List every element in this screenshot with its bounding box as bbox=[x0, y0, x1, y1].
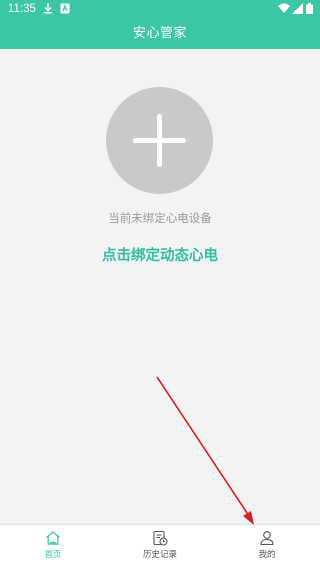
nav-item-home[interactable]: 首页 bbox=[13, 525, 93, 568]
signal-icon bbox=[292, 3, 303, 14]
nav-item-history[interactable]: 历史记录 bbox=[120, 525, 200, 568]
status-bar: 11:35 bbox=[0, 0, 320, 18]
nav-label-profile: 我的 bbox=[258, 550, 276, 560]
status-time: 11:35 bbox=[8, 3, 36, 15]
wifi-icon bbox=[278, 3, 290, 13]
download-icon bbox=[44, 3, 52, 14]
plus-icon bbox=[133, 114, 186, 167]
no-device-message: 当前未绑定心电设备 bbox=[108, 211, 212, 225]
history-record-icon bbox=[153, 530, 168, 546]
nav-label-home: 首页 bbox=[44, 550, 62, 560]
home-icon bbox=[46, 531, 60, 545]
add-device-button[interactable] bbox=[106, 87, 213, 194]
bind-device-link[interactable]: 点击绑定动态心电 bbox=[0, 246, 320, 266]
annotation-arrow bbox=[156, 376, 254, 525]
nav-label-history: 历史记录 bbox=[142, 550, 177, 560]
app-screen: 11:35 安心管家 当前未绑定心电设备 点击绑定动态心电 首页 历史记录 我的 bbox=[0, 0, 320, 568]
profile-icon bbox=[260, 531, 274, 546]
app-bar: 安心管家 bbox=[0, 18, 320, 49]
nav-item-profile[interactable]: 我的 bbox=[227, 525, 307, 568]
bottom-nav: 首页 历史记录 我的 bbox=[0, 524, 320, 568]
battery-icon bbox=[306, 3, 313, 14]
page-title: 安心管家 bbox=[132, 26, 187, 41]
notification-icon bbox=[60, 3, 70, 14]
